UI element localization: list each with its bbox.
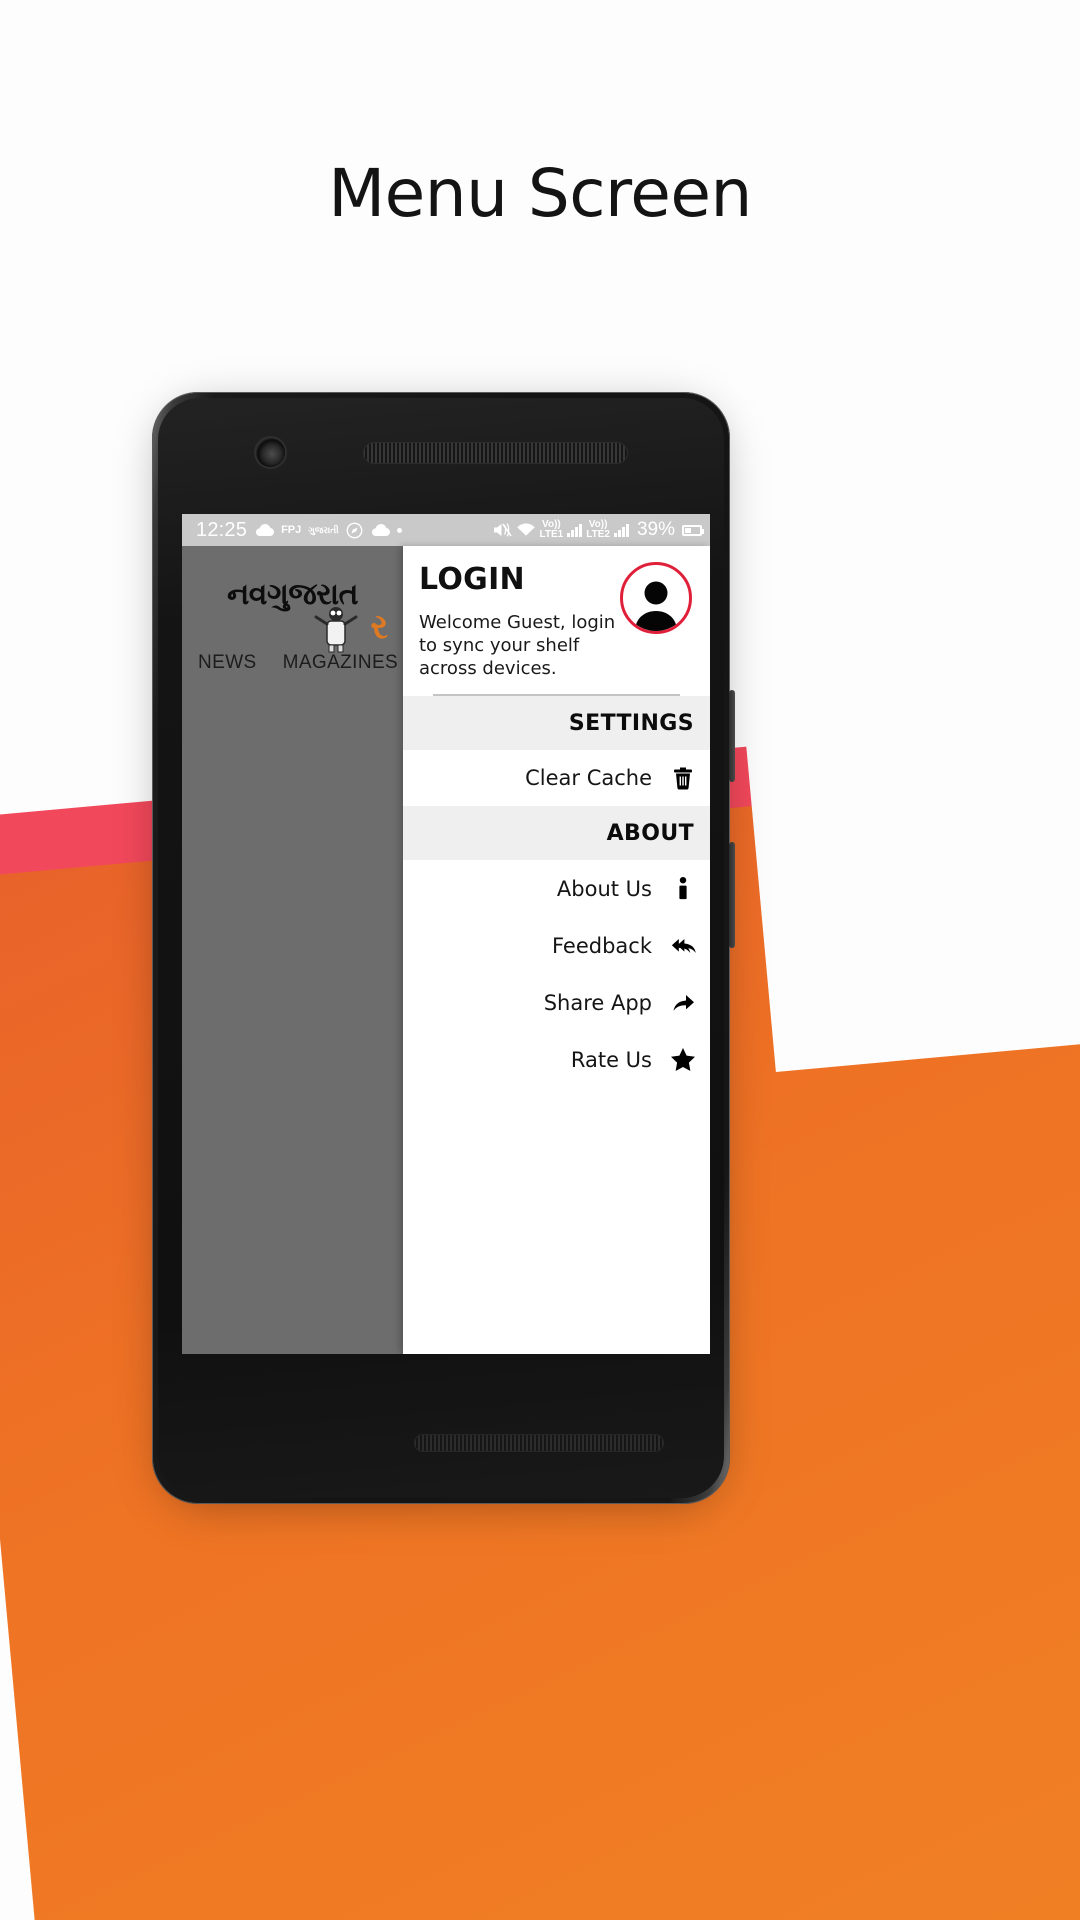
phone-body: 12:25 FPJ ગુજરાતી Vo)) LTE1 Vo)) LTE2 39… [152, 392, 735, 1504]
bottom-speaker-icon [414, 1434, 664, 1452]
menu-item-label: Share App [543, 990, 652, 1015]
battery-icon [682, 524, 704, 536]
cloud-icon-2 [370, 523, 390, 537]
menu-item-rate-us[interactable]: Rate Us [403, 1031, 710, 1089]
drawer-divider [433, 694, 680, 697]
app-logo-suffix: ર [370, 606, 389, 647]
info-icon [670, 876, 696, 901]
app-logo-bar: નવગુજરાત ર [182, 546, 403, 652]
drawer-header[interactable]: LOGIN Welcome Guest, login to sync your … [403, 546, 710, 697]
navigation-drawer: LOGIN Welcome Guest, login to sync your … [403, 546, 710, 1354]
menu-item-label: About Us [556, 876, 652, 901]
volte2-bottom-label: LTE2 [586, 529, 610, 540]
tab-magazines[interactable]: MAGAZINES & [283, 652, 403, 674]
status-bar-right: Vo)) LTE1 Vo)) LTE2 39% [492, 519, 704, 541]
reply-all-icon [670, 935, 696, 957]
about-menu-list: About Us Feedback Share App Rate Us [403, 860, 710, 1089]
drawer-empty-space [403, 1088, 710, 1354]
share-arrow-icon [670, 992, 696, 1014]
earpiece-speaker-icon [363, 442, 628, 464]
battery-percent-label: 39% [636, 519, 675, 540]
status-bar-time: 12:25 [196, 518, 248, 541]
signal1-icon [567, 523, 583, 537]
power-button[interactable] [729, 690, 735, 782]
menu-item-label: Rate Us [570, 1047, 652, 1072]
section-header-settings: SETTINGS [403, 696, 710, 751]
volume-button[interactable] [729, 842, 735, 948]
front-camera-icon [256, 438, 285, 467]
welcome-text: Welcome Guest, login to sync your shelf … [419, 612, 616, 680]
status-bar-left: 12:25 FPJ ગુજરાતી [196, 519, 492, 542]
page-title: Menu Screen [328, 155, 752, 232]
menu-item-label: Feedback [551, 933, 652, 958]
user-avatar-icon [635, 581, 677, 631]
volte1-icon: Vo)) LTE1 [539, 519, 564, 541]
volte1-bottom-label: LTE1 [539, 529, 564, 540]
section-header-about: ABOUT [403, 806, 710, 861]
trash-icon [670, 766, 696, 790]
mute-icon [492, 522, 512, 538]
menu-item-about-us[interactable]: About Us [403, 860, 710, 918]
app-logo-mascot-icon [312, 605, 364, 653]
phone-mockup: 12:25 FPJ ગુજરાતી Vo)) LTE1 Vo)) LTE2 39… [152, 392, 735, 1510]
menu-item-share-app[interactable]: Share App [403, 974, 710, 1032]
status-bar: 12:25 FPJ ગુજરાતી Vo)) LTE1 Vo)) LTE2 39… [182, 514, 710, 546]
gujarati-news-icon: ગુજરાતી [308, 524, 339, 535]
signal2-icon [613, 523, 629, 537]
volte2-icon: Vo)) LTE2 [586, 519, 610, 541]
star-icon [670, 1047, 696, 1072]
wifi-icon [516, 522, 536, 538]
tab-news[interactable]: NEWS [198, 652, 257, 674]
phone-bezel: 12:25 FPJ ગુજરાતી Vo)) LTE1 Vo)) LTE2 39… [158, 398, 724, 1498]
dot-icon [396, 527, 402, 533]
menu-item-feedback[interactable]: Feedback [403, 917, 710, 975]
compass-icon [346, 522, 363, 539]
avatar[interactable] [620, 562, 692, 634]
phone-screen: 12:25 FPJ ગુજરાતી Vo)) LTE1 Vo)) LTE2 39… [182, 514, 710, 1354]
menu-item-clear-cache[interactable]: Clear Cache [403, 750, 710, 807]
app-content-dimmed[interactable]: નવગુજરાત ર NEWS MAGAZINES [182, 546, 403, 1354]
menu-item-label: Clear Cache [525, 766, 652, 791]
cloud-icon [254, 523, 275, 537]
fpj-icon: FPJ [281, 523, 302, 536]
